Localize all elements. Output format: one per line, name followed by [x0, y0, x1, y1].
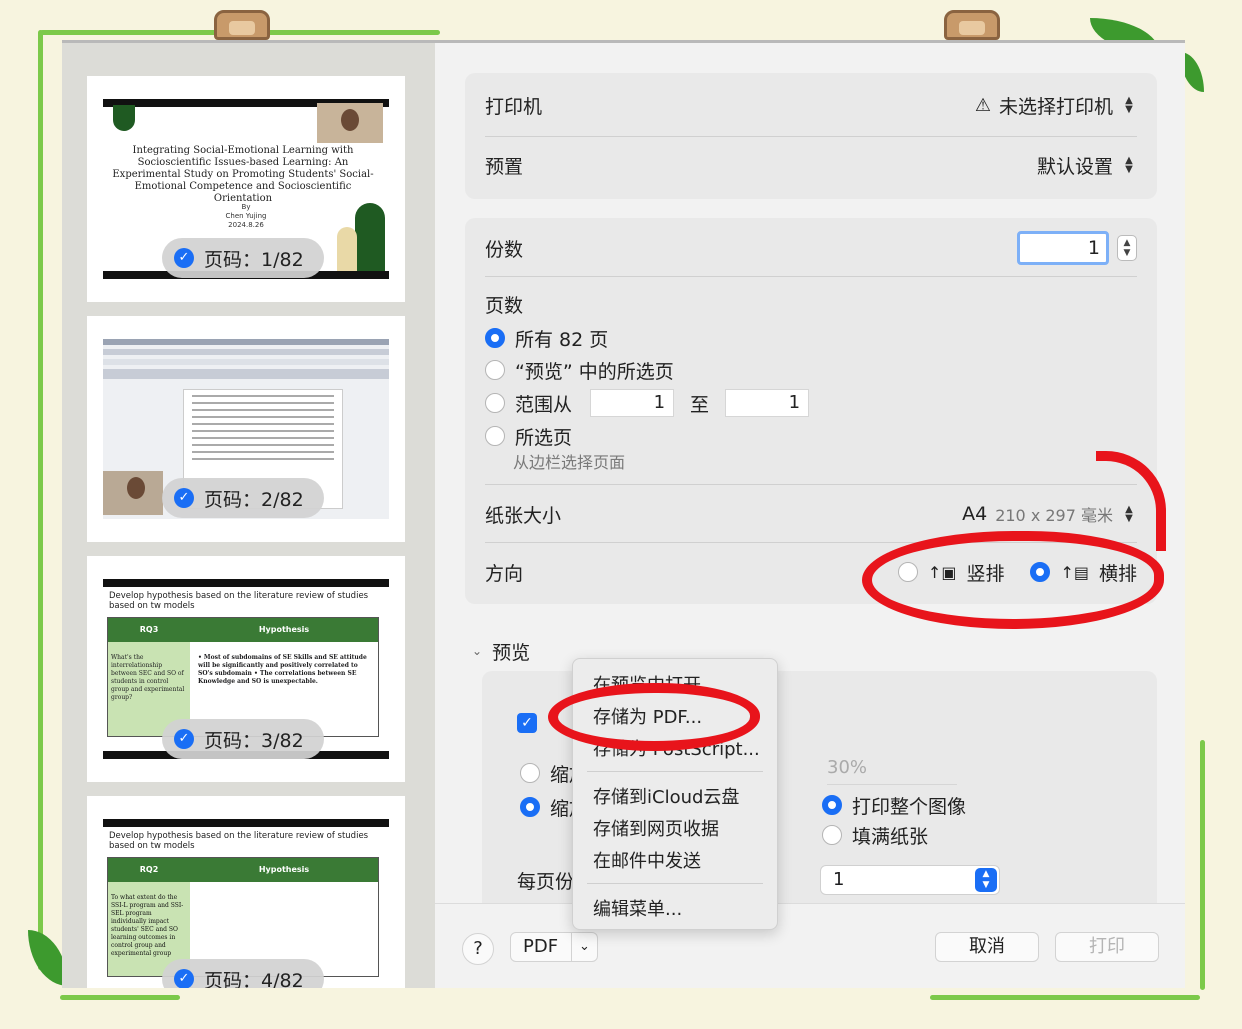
slide-byline: By [241, 203, 251, 211]
copies-stepper[interactable]: ▲ ▼ [1117, 235, 1137, 261]
select-chevrons-icon: ▲ ▼ [1125, 95, 1133, 115]
show-preview-checkbox[interactable]: ✓ [517, 713, 537, 733]
paper-clip-decoration-left [214, 10, 270, 40]
fit-all-option[interactable]: 打印整个图像 [822, 791, 1137, 819]
preset-row: 预置 默认设置 ▲ ▼ [485, 149, 1137, 181]
print-dialog-window: Integrating Social-Emotional Learning wi… [62, 40, 1185, 988]
menu-item-edit-menu[interactable]: 编辑菜单... [593, 895, 682, 921]
pages-label-row: 页数 [485, 290, 1137, 318]
range-to-input[interactable]: 1 [725, 389, 810, 417]
checkmark-icon: ✓ [174, 969, 194, 988]
checkmark-icon: ✓ [174, 729, 194, 749]
page-badge-1: ✓ 页码：1/82 [162, 238, 324, 278]
per-page-select[interactable]: 1 ▲ ▼ [820, 865, 1000, 895]
menu-item-save-to-web-receipts[interactable]: 存储到网页收据 [593, 815, 719, 841]
radio-range[interactable] [485, 393, 505, 413]
range-to-label: 至 [690, 393, 710, 416]
printer-select[interactable]: ⚠ 未选择打印机 ▲ ▼ [975, 92, 1137, 119]
printer-label: 打印机 [485, 95, 543, 118]
pdf-menu-button[interactable]: PDF ⌄ [510, 932, 598, 962]
printer-value: 未选择打印机 [998, 95, 1113, 118]
checkmark-icon: ✓ [174, 488, 194, 508]
radio-preview-selected[interactable] [485, 360, 505, 380]
preset-label: 预置 [485, 155, 524, 178]
radio-selected-pages[interactable] [485, 426, 505, 446]
speaker-video-thumbnail [103, 471, 163, 515]
red-circle-annotation-save-pdf [548, 683, 760, 751]
radio-scale[interactable] [520, 763, 540, 783]
slide-heading: Develop hypothesis based on the literatu… [109, 831, 369, 851]
selected-pages-hint: 从边栏选择页面 [513, 453, 626, 472]
frame-line-right [1200, 740, 1205, 990]
menu-item-save-to-icloud[interactable]: 存储到iCloud云盘 [593, 783, 739, 809]
orientation-label: 方向 [485, 562, 524, 585]
preset-value: 默认设置 [1036, 155, 1113, 178]
printer-row: 打印机 ⚠ 未选择打印机 ▲ ▼ [485, 89, 1137, 121]
preset-select[interactable]: 默认设置 ▲ ▼ [1037, 152, 1137, 179]
page-badge-2: ✓ 页码：2/82 [162, 478, 324, 518]
slide-author: Chen Yujing [225, 212, 267, 220]
paper-size-label: 纸张大小 [485, 504, 562, 527]
pages-option-preview-selected[interactable]: “预览” 中的所选页 [485, 356, 1137, 384]
warning-icon: ⚠ [974, 94, 991, 116]
cancel-button[interactable]: 取消 [935, 932, 1039, 962]
copies-label: 份数 [485, 238, 524, 261]
preview-label: 预览 [492, 641, 531, 664]
scale-percent-field[interactable]: 30% [827, 757, 957, 785]
frame-line-left [38, 30, 43, 970]
paper-clip-decoration-right [944, 10, 1000, 40]
slide-title: Integrating Social-Emotional Learning wi… [112, 145, 374, 204]
radio-fill-paper[interactable] [822, 825, 842, 845]
pages-option-selected[interactable]: 所选页 [485, 422, 1137, 450]
help-button[interactable]: ? [462, 933, 494, 965]
print-button[interactable]: 打印 [1055, 932, 1159, 962]
range-from-input[interactable]: 1 [590, 389, 675, 417]
paper-size-value: A4 [962, 503, 988, 525]
radio-scale-to-fit[interactable] [520, 797, 540, 817]
page-badge-3: ✓ 页码：3/82 [162, 719, 324, 759]
pages-label: 页数 [485, 294, 524, 317]
copies-row: 份数 1 ▲ ▼ [485, 230, 1137, 266]
menu-item-send-in-mail[interactable]: 在邮件中发送 [593, 847, 701, 873]
speaker-video-thumbnail [317, 103, 383, 143]
slide-heading: Develop hypothesis based on the literatu… [109, 591, 369, 611]
frame-line-bottom [930, 995, 1200, 1000]
copies-input[interactable]: 1 [1017, 231, 1109, 265]
chevron-down-icon: ⌄ [472, 644, 483, 658]
chevron-down-icon: ⌄ [571, 933, 597, 961]
radio-print-entire-image[interactable] [822, 795, 842, 815]
pages-option-all[interactable]: 所有 82 页 [485, 324, 1137, 352]
select-chevrons-icon: ▲ ▼ [975, 868, 997, 892]
checkmark-icon: ✓ [174, 248, 194, 268]
preview-header[interactable]: ⌄ 预览 [472, 637, 530, 665]
radio-all-pages[interactable] [485, 328, 505, 348]
page-thumbnail-sidebar[interactable]: Integrating Social-Emotional Learning wi… [62, 43, 435, 988]
page-badge-4: ✓ 页码：4/82 [162, 959, 324, 988]
fill-paper-option[interactable]: 填满纸张 [822, 821, 1137, 849]
select-chevrons-icon: ▲ ▼ [1125, 155, 1133, 175]
pages-option-range[interactable]: 范围从 1 至 1 [485, 388, 1137, 418]
frame-line-bottom-left [60, 995, 180, 1000]
printer-settings-group: 打印机 ⚠ 未选择打印机 ▲ ▼ 预置 默认设置 ▲ ▼ [465, 73, 1157, 199]
paper-size-row: 纸张大小 A4 210 x 297 毫米 ▲ ▼ [485, 498, 1137, 530]
